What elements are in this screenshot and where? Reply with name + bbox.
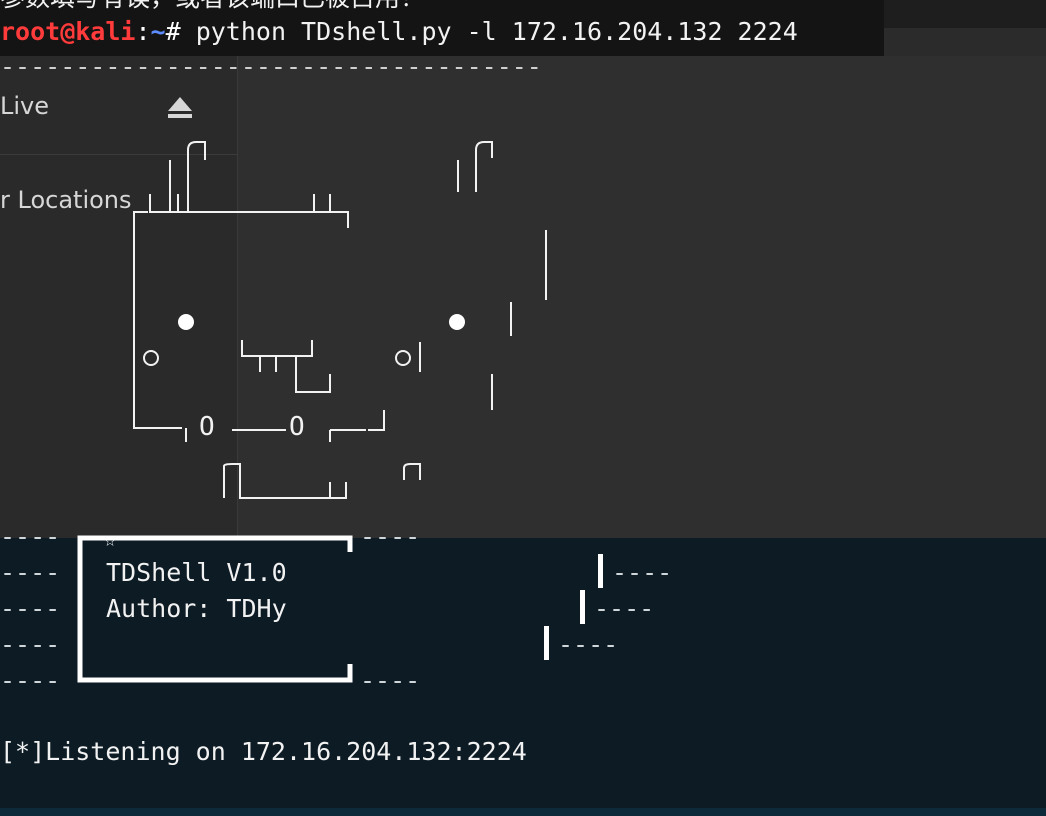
dash-row3-right: ----	[594, 594, 655, 623]
dash-row4-right: ----	[558, 630, 619, 659]
robot-right-eye	[449, 314, 465, 330]
listening-status: [*]Listening on 172.16.204.132:2224	[0, 737, 527, 766]
banner-title: TDShell V1.0	[106, 558, 287, 587]
ascii-art-robot	[77, 141, 603, 683]
dash-row2-left: ----	[0, 558, 61, 587]
dash-row3-left: ----	[0, 594, 61, 623]
robot-right-cheek	[395, 350, 411, 366]
star-icon: ☆	[104, 527, 117, 551]
dash-row5-left: ----	[0, 666, 61, 695]
mouth-o-right: O	[289, 412, 305, 442]
banner-bar-3	[544, 626, 549, 660]
banner-bar-1	[598, 554, 603, 588]
dash-row1-right: ----	[360, 522, 421, 551]
banner-author: Author: TDHy	[106, 594, 287, 623]
dash-row2-right: ----	[612, 558, 673, 587]
robot-left-cheek	[143, 350, 159, 366]
dash-row4-left: ----	[0, 630, 61, 659]
mouth-o-left: O	[199, 412, 215, 442]
robot-left-eye	[178, 314, 194, 330]
dash-row5-right: ----	[360, 666, 421, 695]
dash-row1-left: ----	[0, 522, 61, 551]
robot-lines	[133, 141, 547, 499]
banner-bar-2	[580, 590, 585, 624]
